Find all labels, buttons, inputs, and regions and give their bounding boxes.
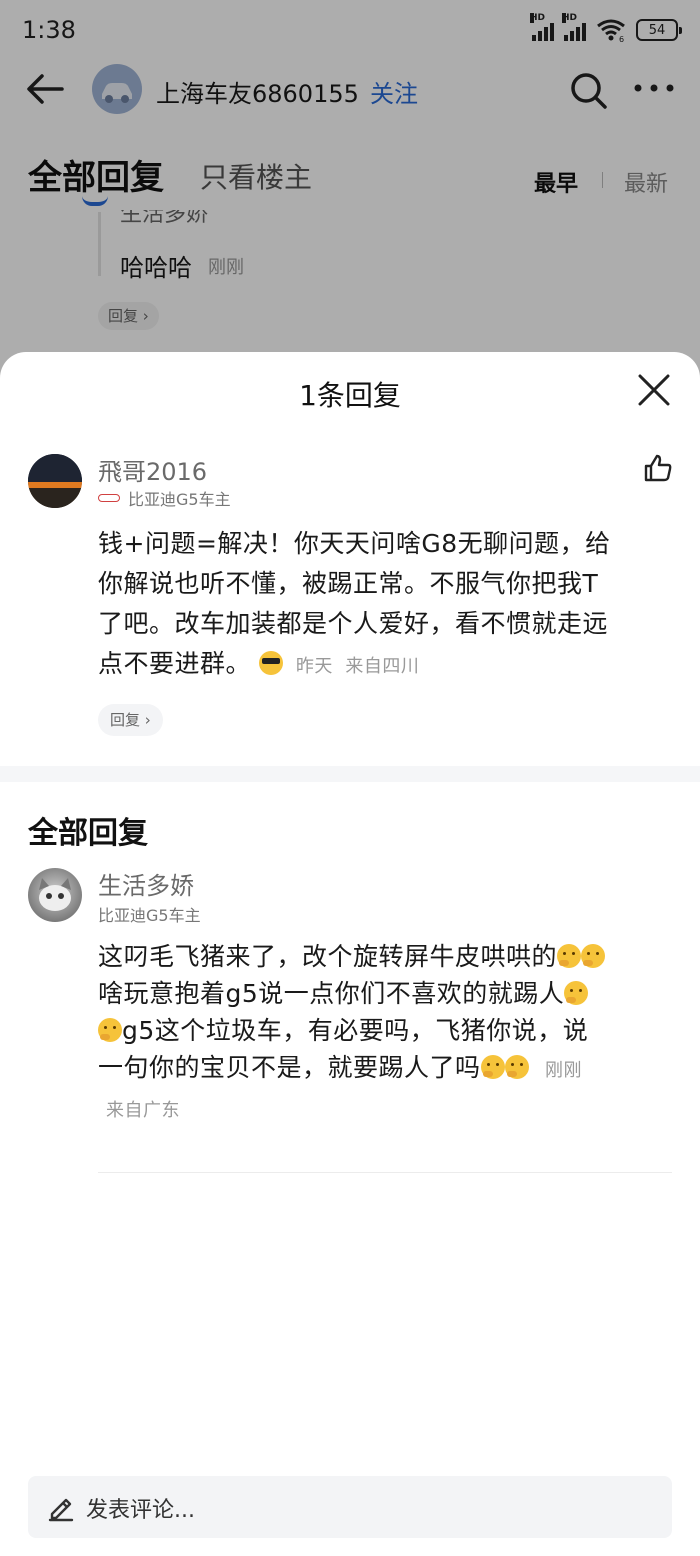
thinking-emoji-icon (504, 1055, 529, 1079)
thinking-emoji-icon (480, 1055, 505, 1079)
cat-avatar-image (39, 878, 71, 911)
owner-badge: 比亚迪G5车主 (98, 906, 201, 925)
byd-logo-icon (98, 494, 120, 502)
post-location: 来自四川 (345, 656, 420, 677)
reply-text-1: 这叼毛飞猪来了，改个旋转屏牛皮哄哄的 (98, 942, 558, 971)
post-content: 钱+问题=解决！你天天问啥G8无聊问题，给你解说也听不懂，被踢正常。不服气你把我… (98, 524, 618, 687)
owner-badge: 比亚迪G5车主 (98, 486, 231, 510)
reply-time: 刚刚 (544, 1060, 582, 1081)
all-replies-heading: 全部回复 (28, 816, 148, 851)
close-icon[interactable] (636, 372, 672, 408)
pencil-icon (48, 1498, 74, 1522)
avatar[interactable] (28, 454, 82, 508)
post-reply-button[interactable]: 回复 › (98, 704, 163, 736)
post-author[interactable]: 飛哥2016 (98, 452, 207, 487)
thinking-emoji-icon (98, 1018, 122, 1042)
replies-sheet: 1条回复 飛哥2016 比亚迪G5车主 钱+问题=解决！你天天问啥G8无聊问题，… (0, 352, 700, 1556)
thinking-emoji-icon (557, 944, 582, 968)
section-divider (0, 766, 700, 782)
reply-divider (98, 1172, 672, 1173)
thumbs-up-icon[interactable] (642, 452, 674, 484)
reply-text-2: 啥玩意抱着g5说一点你们不喜欢的就踢人 (98, 979, 565, 1008)
avatar[interactable] (28, 868, 82, 922)
reply-content: 这叼毛飞猪来了，改个旋转屏牛皮哄哄的啥玩意抱着g5说一点你们不喜欢的就踢人g5这… (98, 938, 610, 1129)
dim-overlay[interactable] (0, 0, 700, 380)
owner-badge-label: 比亚迪G5车主 (128, 490, 231, 509)
thinking-emoji-icon (564, 981, 589, 1005)
comment-placeholder: 发表评论... (86, 1498, 195, 1523)
comment-input[interactable]: 发表评论... (28, 1476, 672, 1538)
sheet-title: 1条回复 (299, 379, 401, 412)
sunset-avatar-image (28, 454, 82, 508)
thinking-emoji-icon (581, 944, 606, 968)
reply-location: 来自广东 (106, 1100, 180, 1121)
reply-author[interactable]: 生活多娇 (98, 866, 194, 901)
sunglasses-emoji-icon (259, 651, 284, 675)
post-time: 昨天 (295, 656, 333, 677)
